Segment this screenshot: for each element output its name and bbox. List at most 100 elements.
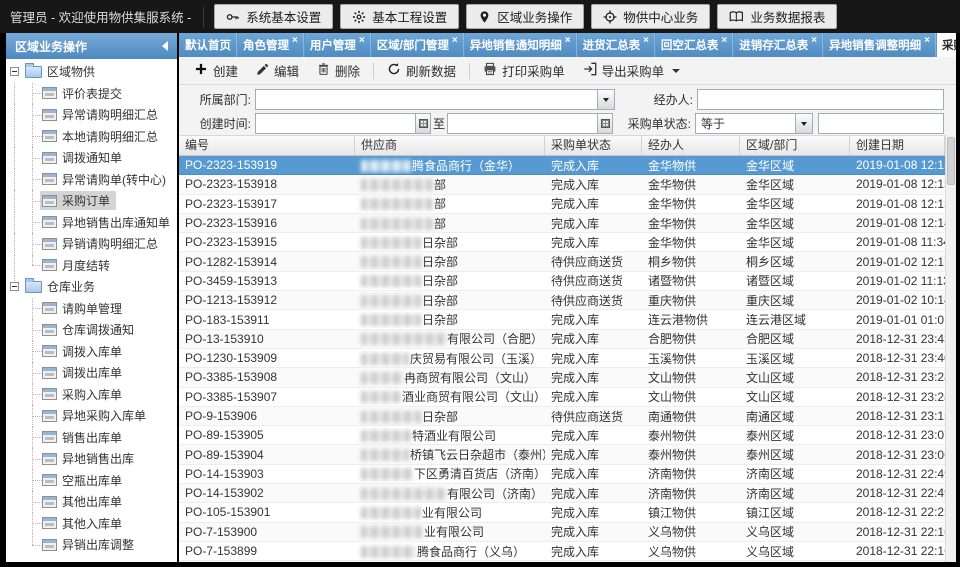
sidebar-item-本地请购明细汇总[interactable]: 本地请购明细汇总 [6, 126, 177, 148]
tab-异地销售调整明细[interactable]: 异地销售调整明细× [824, 33, 936, 57]
sidebar-item-异地销售出库[interactable]: 异地销售出库 [6, 448, 177, 470]
edit-button[interactable]: 编辑 [247, 59, 308, 83]
table-row[interactable]: PO-7-153900业有限公司完成入库义乌物供义乌区域2018-12-31 2… [179, 523, 945, 542]
table-row[interactable]: PO-183-153911日杂部完成入库连云港物供连云港区域2019-01-01… [179, 310, 945, 329]
sidebar-item-异常请购单(转中心)[interactable]: 异常请购单(转中心) [6, 169, 177, 191]
scrollbar-thumb[interactable] [947, 137, 955, 185]
sidebar-item-调拨通知单[interactable]: 调拨通知单 [6, 147, 177, 169]
menu-regional-operations-button[interactable]: 区域业务操作 [466, 4, 584, 29]
column-header-创建日期[interactable]: 创建日期 [850, 136, 945, 155]
sidebar-item-异地采购入库单[interactable]: 异地采购入库单 [6, 405, 177, 427]
date-from-input[interactable] [256, 115, 415, 132]
menu-basic-engineering-button[interactable]: 基本工程设置 [340, 4, 459, 29]
sidebar-item-其他入库单[interactable]: 其他入库单 [6, 513, 177, 535]
table-row[interactable]: PO-2323-153917部完成入库金华物供金华区域2019-01-08 12… [179, 195, 945, 214]
export-purchase-order-button[interactable]: 导出采购单 [574, 59, 690, 83]
redacted-supplier-prefix [361, 179, 433, 191]
close-icon[interactable]: × [565, 35, 571, 46]
close-icon[interactable]: × [292, 35, 298, 46]
create-button[interactable]: 创建 [185, 59, 247, 83]
sidebar-group-仓库业务[interactable]: 仓库业务 [6, 276, 177, 298]
table-row[interactable]: PO-89-153905特酒业有限公司完成入库泰州物供泰州区域2018-12-3… [179, 426, 945, 445]
table-row[interactable]: PO-14-153903下区勇清百货店（济南）完成入库济南物供济南区域2018-… [179, 465, 945, 484]
handler-input[interactable] [697, 89, 944, 110]
column-header-采购单状态[interactable]: 采购单状态 [545, 136, 642, 155]
sidebar-item-销售出库单[interactable]: 销售出库单 [6, 427, 177, 449]
sidebar-item-异销出库调整[interactable]: 异销出库调整 [6, 534, 177, 556]
delete-button[interactable]: 删除 [308, 59, 369, 83]
table-row[interactable]: PO-1230-153909庆贸易有限公司（玉溪）完成入库玉溪物供玉溪区域201… [179, 349, 945, 368]
refresh-button[interactable]: 刷新数据 [378, 59, 465, 83]
chevron-down-icon[interactable] [795, 114, 812, 133]
calendar-icon[interactable] [415, 114, 430, 133]
sidebar-item-请购单管理[interactable]: 请购单管理 [6, 298, 177, 320]
tab-区域/部门管理[interactable]: 区域/部门管理× [372, 33, 464, 57]
close-icon[interactable]: × [924, 35, 930, 46]
date-from-field[interactable] [255, 113, 431, 134]
tab-回空汇总表[interactable]: 回空汇总表× [656, 33, 733, 57]
close-icon[interactable]: × [359, 35, 365, 46]
tab-默认首页[interactable]: 默认首页 [180, 33, 237, 57]
table-row[interactable]: PO-14-153902有限公司（济南）完成入库济南物供济南区域2018-12-… [179, 484, 945, 503]
menu-system-settings-button[interactable]: 系统基本设置 [214, 4, 333, 29]
close-icon[interactable]: × [452, 35, 458, 46]
document-icon [42, 453, 57, 465]
menu-supply-center-button[interactable]: 物供中心业务 [591, 4, 710, 29]
dept-select[interactable] [255, 89, 615, 110]
table-row[interactable]: PO-3459-153913日杂部待供应商送货诸暨物供诸暨区域2019-01-0… [179, 272, 945, 291]
table-row[interactable]: PO-2323-153916部完成入库金华物供金华区域2019-01-08 12… [179, 214, 945, 233]
table-row[interactable]: PO-89-153904桥镇飞云日杂超市（泰州）完成入库泰州物供泰州区域2018… [179, 445, 945, 464]
table-row[interactable]: PO-7-153899腾食品商行（义乌）完成入库义乌物供义乌区域2018-12-… [179, 542, 945, 561]
sidebar-item-空瓶出库单[interactable]: 空瓶出库单 [6, 470, 177, 492]
table-row[interactable]: PO-9-153906日杂部待供应商送货南通物供南通区域2018-12-31 2… [179, 407, 945, 426]
table-row[interactable]: PO-3385-153908冉商贸有限公司（文山）完成入库文山物供文山区域201… [179, 368, 945, 387]
tab-用户管理[interactable]: 用户管理× [305, 33, 371, 57]
tab-进货汇总表[interactable]: 进货汇总表× [578, 33, 655, 57]
vertical-scrollbar[interactable] [945, 135, 956, 562]
column-header-供应商[interactable]: 供应商 [355, 136, 545, 155]
tab-采购订单[interactable]: 采购订单× [937, 33, 956, 57]
status-value-input[interactable] [818, 113, 944, 134]
close-icon[interactable]: × [643, 35, 649, 46]
redacted-supplier-prefix [361, 449, 409, 461]
print-purchase-order-button[interactable]: 打印采购单 [474, 59, 574, 83]
table-row[interactable]: PO-1213-153912日杂部待供应商送货重庆物供重庆区域2019-01-0… [179, 291, 945, 310]
menu-business-reports-button[interactable]: 业务数据报表 [717, 4, 837, 29]
tab-异地销售通知明细[interactable]: 异地销售通知明细× [465, 33, 577, 57]
column-header-编号[interactable]: 编号 [179, 136, 355, 155]
sidebar-item-调拨入库单[interactable]: 调拨入库单 [6, 341, 177, 363]
collapse-minus-icon[interactable] [10, 67, 19, 76]
tab-进销存汇总表[interactable]: 进销存汇总表× [734, 33, 823, 57]
sidebar-group-区域物供[interactable]: 区域物供 [6, 61, 177, 83]
sidebar-item-月度结转[interactable]: 月度结转 [6, 255, 177, 277]
sidebar-item-调拨出库单[interactable]: 调拨出库单 [6, 362, 177, 384]
sidebar-item-仓库调拨通知[interactable]: 仓库调拨通知 [6, 319, 177, 341]
sidebar-item-采购订单[interactable]: 采购订单 [6, 190, 177, 212]
sidebar-collapse-icon[interactable] [162, 41, 168, 51]
sidebar-item-异销请购明细汇总[interactable]: 异销请购明细汇总 [6, 233, 177, 255]
table-row[interactable]: PO-3385-153907酒业商贸有限公司（文山）完成入库文山物供文山区域20… [179, 388, 945, 407]
table-row[interactable]: PO-13-153910有限公司（合肥）完成入库合肥物供合肥区域2018-12-… [179, 330, 945, 349]
tab-角色管理[interactable]: 角色管理× [238, 33, 304, 57]
sidebar-item-采购入库单[interactable]: 采购入库单 [6, 384, 177, 406]
table-row[interactable]: PO-1282-153914日杂部待供应商送货桐乡物供桐乡区域2019-01-0… [179, 252, 945, 271]
column-header-经办人[interactable]: 经办人 [642, 136, 740, 155]
date-to-field[interactable] [447, 113, 613, 134]
calendar-icon[interactable] [597, 114, 612, 133]
chevron-down-icon[interactable] [597, 90, 614, 109]
sidebar-item-异地销售出库通知单[interactable]: 异地销售出库通知单 [6, 212, 177, 234]
sidebar-item-评价表提交[interactable]: 评价表提交 [6, 83, 177, 105]
table-row[interactable]: PO-2323-153915日杂部完成入库金华物供金华区域2019-01-08 … [179, 233, 945, 252]
tree-line [14, 83, 15, 105]
collapse-minus-icon[interactable] [10, 282, 19, 291]
table-row[interactable]: PO-2323-153919腾食品商行（金华）完成入库金华物供金华区域2019-… [179, 156, 945, 175]
sidebar-item-异常请购明细汇总[interactable]: 异常请购明细汇总 [6, 104, 177, 126]
sidebar-item-其他出库单[interactable]: 其他出库单 [6, 491, 177, 513]
date-to-input[interactable] [448, 115, 597, 132]
status-operator-select[interactable]: 等于 [695, 113, 813, 134]
close-icon[interactable]: × [811, 35, 817, 46]
table-row[interactable]: PO-2323-153918部完成入库金华物供金华区域2019-01-08 12… [179, 175, 945, 194]
column-header-区域/部门[interactable]: 区域/部门 [740, 136, 850, 155]
close-icon[interactable]: × [721, 35, 727, 46]
table-row[interactable]: PO-105-153901业有限公司完成入库镇江物供镇江区域2018-12-31… [179, 503, 945, 522]
